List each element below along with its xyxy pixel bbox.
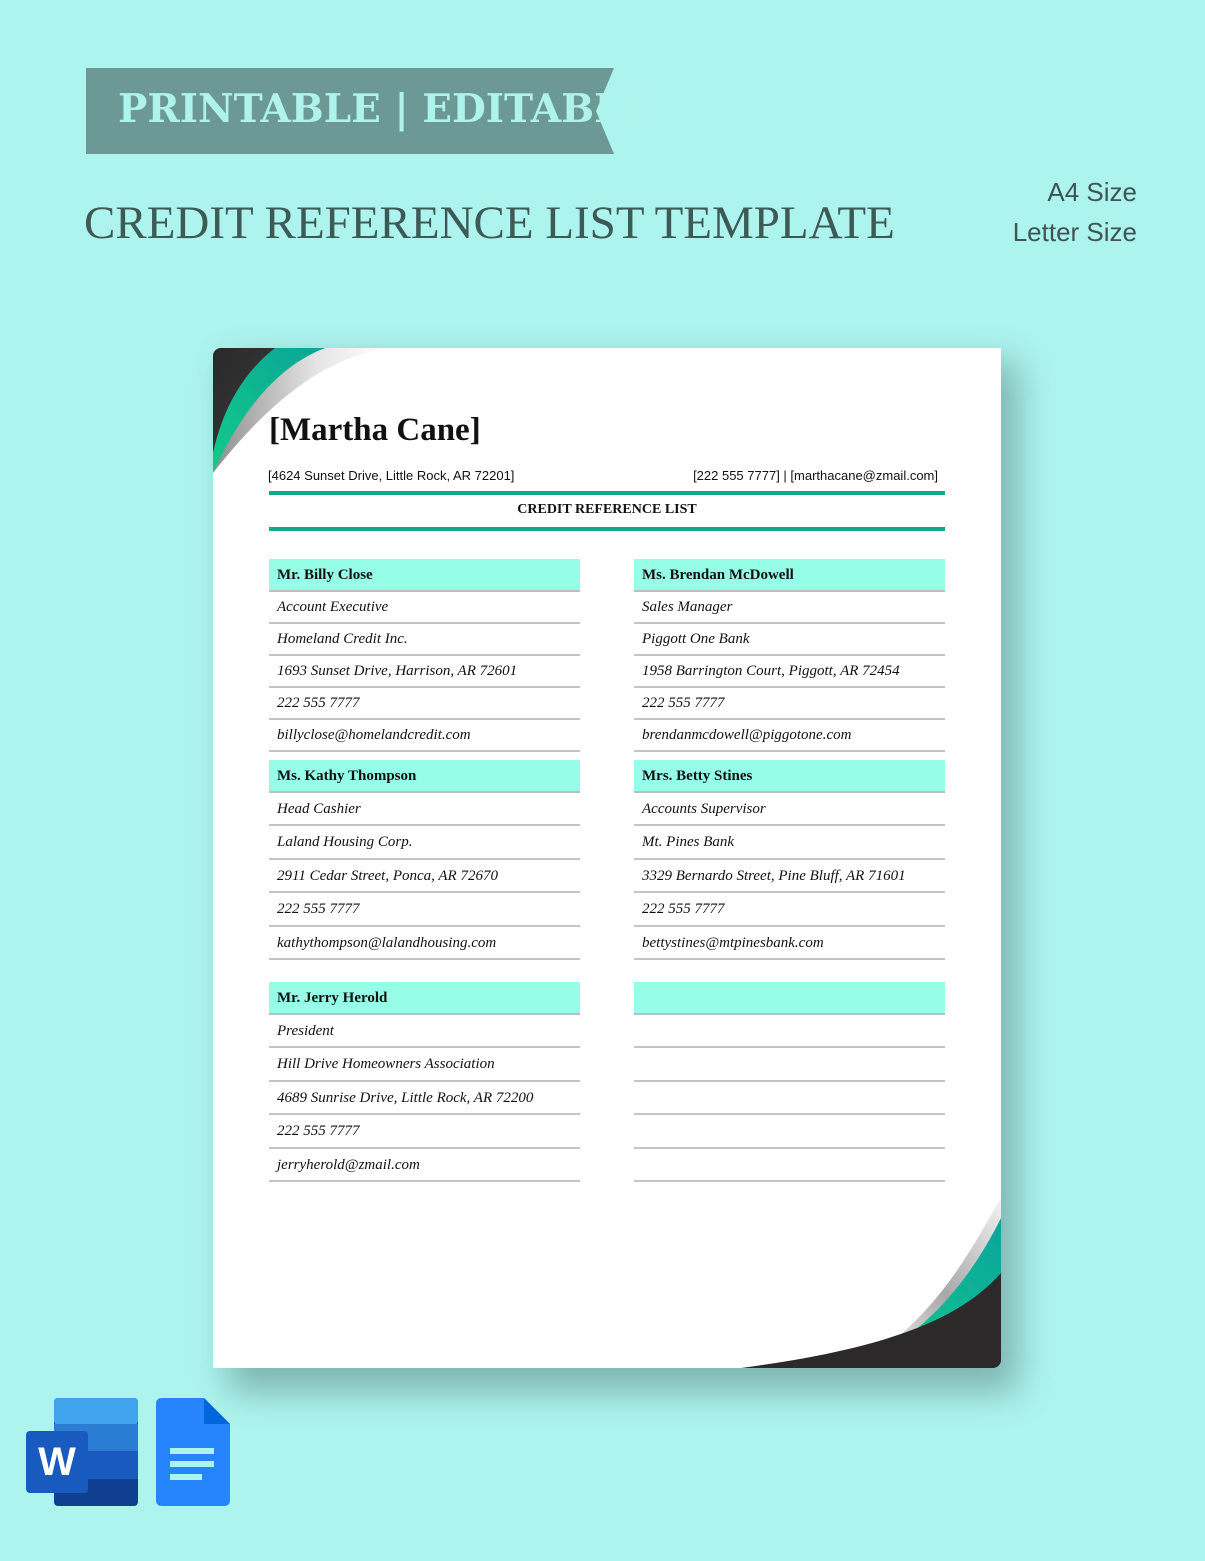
reference-phone[interactable]: 222 555 7777 <box>269 893 580 927</box>
reference-email[interactable]: billyclose@homelandcredit.com <box>269 720 580 752</box>
size-options: A4 Size Letter Size <box>1013 172 1137 252</box>
heading-rule-top <box>269 491 945 495</box>
size-a4: A4 Size <box>1047 177 1137 207</box>
reference-address[interactable]: 1693 Sunset Drive, Harrison, AR 72601 <box>269 656 580 688</box>
reference-name[interactable]: Ms. Kathy Thompson <box>269 760 580 793</box>
banner-label: PRINTABLE | EDITABLE <box>118 86 652 132</box>
applicant-address[interactable]: [4624 Sunset Drive, Little Rock, AR 7220… <box>268 468 514 483</box>
reference-name[interactable]: Ms. Brendan McDowell <box>634 559 945 592</box>
printable-editable-banner: PRINTABLE | EDITABLE <box>86 68 651 154</box>
google-docs-icon <box>156 1398 230 1506</box>
reference-name[interactable]: Mrs. Betty Stines <box>634 760 945 793</box>
reference-email[interactable]: brendanmcdowell@piggotone.com <box>634 720 945 752</box>
reference-card: Mr. Jerry Herold President Hill Drive Ho… <box>269 982 580 1182</box>
reference-name[interactable] <box>634 982 945 1015</box>
reference-position[interactable]: Account Executive <box>269 592 580 624</box>
applicant-contact[interactable]: [222 555 7777] | [marthacane@zmail.com] <box>693 468 938 483</box>
heading-rule-bottom <box>269 527 945 531</box>
reference-address[interactable]: 1958 Barrington Court, Piggott, AR 72454 <box>634 656 945 688</box>
reference-address[interactable]: 3329 Bernardo Street, Pine Bluff, AR 716… <box>634 860 945 894</box>
reference-email[interactable]: kathythompson@lalandhousing.com <box>269 927 580 960</box>
corner-swoosh-bottom <box>741 1198 1001 1368</box>
word-letter: W <box>38 1440 76 1484</box>
reference-address[interactable]: 2911 Cedar Street, Ponca, AR 72670 <box>269 860 580 894</box>
reference-phone[interactable] <box>634 1115 945 1149</box>
reference-company[interactable] <box>634 1048 945 1082</box>
app-icons: W <box>26 1398 236 1513</box>
reference-position[interactable]: Sales Manager <box>634 592 945 624</box>
microsoft-word-icon: W <box>26 1398 230 1506</box>
reference-company[interactable]: Mt. Pines Bank <box>634 826 945 860</box>
document-heading: CREDIT REFERENCE LIST <box>517 502 697 517</box>
reference-company[interactable]: Piggott One Bank <box>634 624 945 656</box>
reference-position[interactable] <box>634 1015 945 1049</box>
reference-email[interactable]: jerryherold@zmail.com <box>269 1149 580 1182</box>
reference-position[interactable]: President <box>269 1015 580 1049</box>
reference-card-empty <box>634 982 945 1182</box>
reference-position[interactable]: Head Cashier <box>269 793 580 827</box>
reference-name[interactable]: Mr. Billy Close <box>269 559 580 592</box>
reference-phone[interactable]: 222 555 7777 <box>634 688 945 720</box>
reference-card: Mr. Billy Close Account Executive Homela… <box>269 559 580 752</box>
reference-phone[interactable]: 222 555 7777 <box>269 688 580 720</box>
reference-name[interactable]: Mr. Jerry Herold <box>269 982 580 1015</box>
reference-card: Ms. Brendan McDowell Sales Manager Piggo… <box>634 559 945 752</box>
reference-company[interactable]: Laland Housing Corp. <box>269 826 580 860</box>
page-title: CREDIT REFERENCE LIST TEMPLATE <box>84 197 895 249</box>
reference-email[interactable] <box>634 1149 945 1182</box>
applicant-name[interactable]: [Martha Cane] <box>269 412 481 449</box>
reference-position[interactable]: Accounts Supervisor <box>634 793 945 827</box>
reference-card: Ms. Kathy Thompson Head Cashier Laland H… <box>269 760 580 960</box>
reference-company[interactable]: Hill Drive Homeowners Association <box>269 1048 580 1082</box>
document-preview: [Martha Cane] [4624 Sunset Drive, Little… <box>213 348 1001 1368</box>
reference-card: Mrs. Betty Stines Accounts Supervisor Mt… <box>634 760 945 960</box>
reference-phone[interactable]: 222 555 7777 <box>269 1115 580 1149</box>
reference-phone[interactable]: 222 555 7777 <box>634 893 945 927</box>
reference-email[interactable]: bettystines@mtpinesbank.com <box>634 927 945 960</box>
size-letter: Letter Size <box>1012 217 1137 247</box>
reference-company[interactable]: Homeland Credit Inc. <box>269 624 580 656</box>
reference-address[interactable] <box>634 1082 945 1116</box>
reference-address[interactable]: 4689 Sunrise Drive, Little Rock, AR 7220… <box>269 1082 580 1116</box>
